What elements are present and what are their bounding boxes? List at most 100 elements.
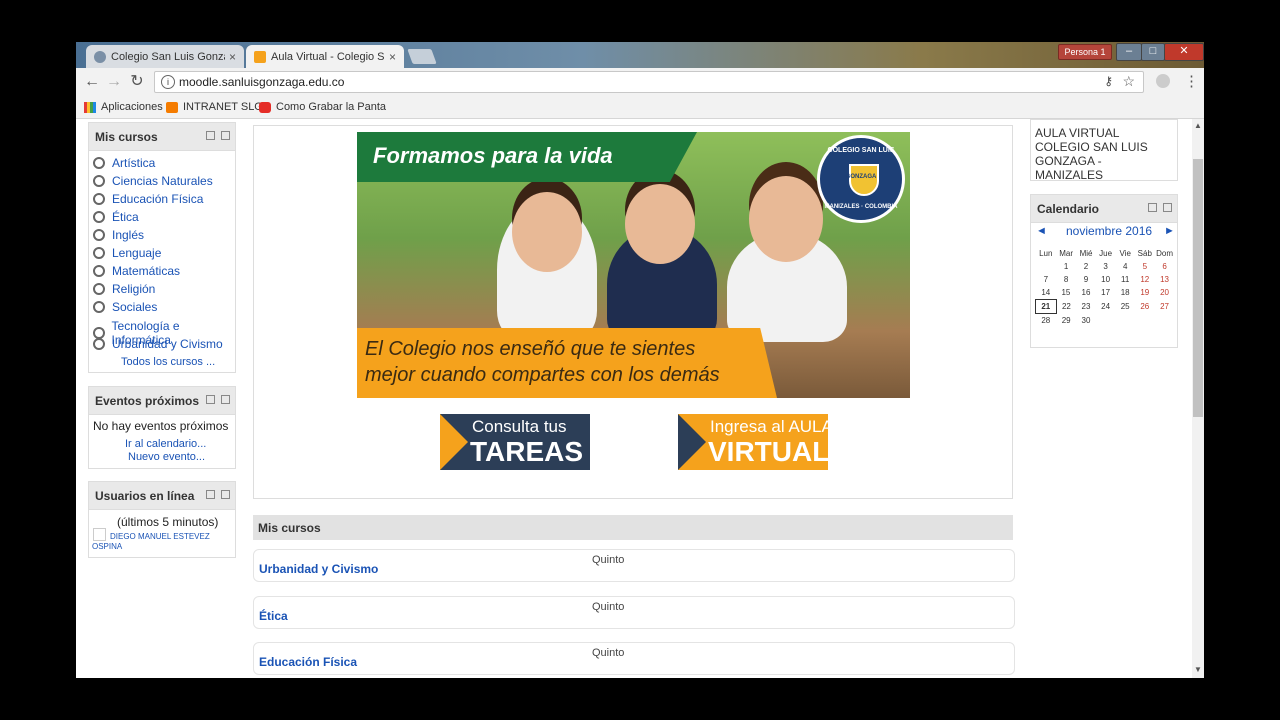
bookmark-apps[interactable]: Aplicaciones	[84, 101, 163, 113]
calendar-day[interactable]: 25	[1115, 300, 1135, 314]
new-event-link[interactable]: Nuevo evento...	[128, 451, 205, 463]
all-courses-link[interactable]: Todos los cursos ...	[121, 356, 215, 368]
calendar-day[interactable]: 8	[1056, 273, 1076, 286]
next-month-icon[interactable]: ►	[1164, 225, 1175, 237]
sidebar-course-ciencias[interactable]: Ciencias Naturales	[93, 174, 213, 188]
calendar-day[interactable]: 17	[1096, 286, 1116, 300]
calendar-day[interactable]: 30	[1076, 314, 1096, 328]
calendar-day[interactable]: 14	[1036, 286, 1057, 300]
course-link[interactable]: Educación Física	[112, 192, 203, 206]
dock-icon[interactable]	[221, 395, 230, 404]
calendar-day[interactable]: 12	[1135, 273, 1155, 286]
sidebar-course-lenguaje[interactable]: Lenguaje	[93, 246, 161, 260]
close-tab-icon[interactable]: ×	[389, 50, 396, 64]
dock-icon[interactable]	[1163, 203, 1172, 212]
calendar-month-link[interactable]: noviembre 2016	[1066, 224, 1152, 238]
close-tab-icon[interactable]: ×	[229, 50, 236, 64]
calendar-day[interactable]: 20	[1155, 286, 1175, 300]
aula-virtual-button[interactable]: Ingresa al AULA VIRTUAL	[678, 414, 828, 470]
calendar-day[interactable]: 4	[1115, 260, 1135, 273]
forward-icon[interactable]: →	[104, 72, 124, 92]
dock-icon[interactable]	[221, 131, 230, 140]
calendar-day[interactable]: 23	[1076, 300, 1096, 314]
page-scrollbar[interactable]: ▲ ▼	[1192, 119, 1204, 678]
calendar-day[interactable]: 28	[1036, 314, 1057, 328]
course-name-link[interactable]: Educación Física	[259, 655, 357, 669]
calendar-day[interactable]: 1	[1056, 260, 1076, 273]
calendar-day[interactable]: 16	[1076, 286, 1096, 300]
tab-aula-virtual[interactable]: Aula Virtual - Colegio San ×	[246, 45, 404, 68]
calendar-day[interactable]: 9	[1076, 273, 1096, 286]
calendar-day[interactable]: 13	[1155, 273, 1175, 286]
calendar-day[interactable]: 15	[1056, 286, 1076, 300]
star-icon[interactable]: ☆	[1122, 73, 1135, 90]
course-link[interactable]: Urbanidad y Civismo	[112, 337, 223, 351]
course-link[interactable]: Artística	[112, 156, 155, 170]
back-icon[interactable]: ←	[82, 72, 102, 92]
course-link[interactable]: Religión	[112, 282, 155, 296]
collapse-icon[interactable]	[206, 490, 215, 499]
dock-icon[interactable]	[221, 490, 230, 499]
calendar-day[interactable]	[1036, 260, 1057, 273]
sidebar-course-urbanidad[interactable]: Urbanidad y Civismo	[93, 337, 223, 351]
course-link[interactable]: Ciencias Naturales	[112, 174, 213, 188]
sidebar-course-religion[interactable]: Religión	[93, 282, 155, 296]
sidebar-course-artistica[interactable]: Artística	[93, 156, 155, 170]
course-link[interactable]: Matemáticas	[112, 264, 180, 278]
course-name-link[interactable]: Ética	[259, 609, 288, 623]
reload-icon[interactable]: ↻	[127, 72, 147, 92]
scroll-up-icon[interactable]: ▲	[1194, 121, 1202, 130]
sidebar-course-matematicas[interactable]: Matemáticas	[93, 264, 180, 278]
info-icon[interactable]: i	[161, 75, 175, 89]
url-text[interactable]: moodle.sanluisgonzaga.edu.co	[179, 75, 344, 89]
close-window-button[interactable]: ✕	[1164, 43, 1204, 61]
bookmark-intranet[interactable]: INTRANET SLG	[166, 101, 263, 113]
calendar-day[interactable]: 22	[1056, 300, 1076, 314]
new-tab-button[interactable]	[407, 49, 437, 64]
tasks-button[interactable]: Consulta tus TAREAS	[440, 414, 590, 470]
calendar-day[interactable]	[1135, 314, 1155, 328]
scrollbar-thumb[interactable]	[1193, 159, 1203, 417]
calendar-day[interactable]: 7	[1036, 273, 1057, 286]
sidebar-course-edfisica[interactable]: Educación Física	[93, 192, 203, 206]
menu-icon[interactable]: ⋮	[1184, 72, 1199, 90]
calendar-day[interactable]: 24	[1096, 300, 1116, 314]
calendar-day[interactable]	[1115, 314, 1135, 328]
calendar-day[interactable]: 3	[1096, 260, 1116, 273]
address-bar[interactable]: i moodle.sanluisgonzaga.edu.co ⚷ ☆	[154, 71, 1144, 93]
course-link[interactable]: Lenguaje	[112, 246, 161, 260]
scroll-down-icon[interactable]: ▼	[1194, 665, 1202, 674]
calendar-day[interactable]: 11	[1115, 273, 1135, 286]
calendar-day-today[interactable]: 21	[1035, 299, 1057, 314]
course-link[interactable]: Inglés	[112, 228, 144, 242]
calendar-day[interactable]: 5	[1135, 260, 1155, 273]
calendar-day[interactable]	[1155, 314, 1175, 328]
key-icon[interactable]: ⚷	[1104, 74, 1113, 88]
collapse-icon[interactable]	[1148, 203, 1157, 212]
collapse-icon[interactable]	[206, 395, 215, 404]
minimize-button[interactable]: –	[1116, 43, 1142, 61]
bookmark-youtube[interactable]: Como Grabar la Panta	[259, 101, 386, 113]
calendar-day[interactable]: 19	[1135, 286, 1155, 300]
profile-button[interactable]: Persona 1	[1058, 44, 1112, 60]
sidebar-course-ingles[interactable]: Inglés	[93, 228, 144, 242]
tab-colegio[interactable]: Colegio San Luis Gonzaga ×	[86, 45, 244, 68]
go-to-calendar-link[interactable]: Ir al calendario...	[125, 438, 206, 450]
prev-month-icon[interactable]: ◄	[1036, 225, 1047, 237]
course-link[interactable]: Ética	[112, 210, 139, 224]
calendar-day[interactable]	[1096, 314, 1116, 328]
collapse-icon[interactable]	[206, 131, 215, 140]
calendar-day[interactable]: 2	[1076, 260, 1096, 273]
online-user-link[interactable]: DIEGO MANUEL ESTEVEZ OSPINA	[92, 532, 230, 552]
course-link[interactable]: Sociales	[112, 300, 157, 314]
calendar-day[interactable]: 27	[1155, 300, 1175, 314]
sidebar-course-sociales[interactable]: Sociales	[93, 300, 157, 314]
calendar-day[interactable]: 10	[1096, 273, 1116, 286]
extension-icon[interactable]	[1156, 74, 1170, 88]
sidebar-course-etica[interactable]: Ética	[93, 210, 139, 224]
course-name-link[interactable]: Urbanidad y Civismo	[259, 562, 378, 576]
calendar-day[interactable]: 26	[1135, 300, 1155, 314]
calendar-day[interactable]: 29	[1056, 314, 1076, 328]
maximize-button[interactable]: □	[1141, 43, 1165, 61]
calendar-day[interactable]: 6	[1155, 260, 1175, 273]
